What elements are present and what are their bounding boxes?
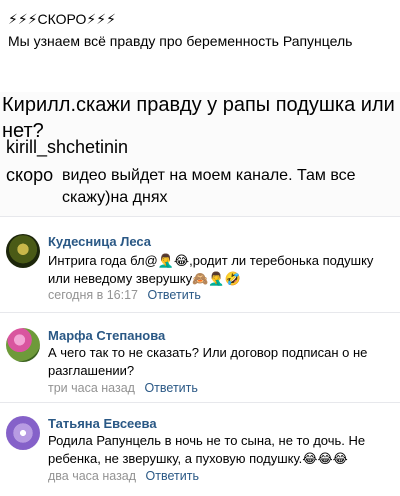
avatar[interactable] (6, 416, 40, 450)
comment: Кудесница Леса Интрига года бл@🤦‍♂️😂,род… (0, 222, 400, 310)
comment-text: Интрига года бл@🤦‍♂️😂,родит ли теребоньк… (48, 253, 374, 286)
screenshot-answer-lead: скоро (6, 165, 54, 185)
comment-time[interactable]: два часа назад (48, 469, 136, 483)
reply-button[interactable]: Ответить (147, 288, 200, 302)
comment-meta: два часа назад Ответить (48, 468, 199, 484)
comment-time[interactable]: три часа назад (48, 381, 135, 395)
comment-text: Родила Рапунцель в ночь не то сына, не т… (48, 433, 366, 466)
comment: Марфа Степанова А чего так то не сказать… (0, 318, 400, 400)
comment-author[interactable]: Татьяна Евсеева (48, 416, 157, 432)
post-title: ⚡⚡⚡СКОРО⚡⚡⚡ (8, 11, 116, 27)
screenshot-username: kirill_shchetinin (6, 137, 129, 157)
comment: Татьяна Евсеева Родила Рапунцель в ночь … (0, 408, 400, 494)
comment-author[interactable]: Марфа Степанова (48, 328, 165, 344)
avatar[interactable] (6, 328, 40, 362)
reply-button[interactable]: Ответить (144, 381, 197, 395)
divider (0, 402, 400, 403)
reply-button[interactable]: Ответить (146, 469, 199, 483)
comment-text: А чего так то не сказать? Или договор по… (48, 345, 368, 378)
comment-time[interactable]: сегодня в 16:17 (48, 288, 138, 302)
comment-meta: три часа назад Ответить (48, 380, 198, 396)
comment-author[interactable]: Кудесница Леса (48, 234, 151, 250)
divider (0, 312, 400, 313)
screenshot-answer-body: видео выйдет на моем канале. Там все ска… (62, 167, 356, 206)
divider (0, 216, 400, 217)
avatar[interactable] (6, 234, 40, 268)
comment-meta: сегодня в 16:17 Ответить (48, 287, 201, 303)
post-subtitle: Мы узнаем всё правду про беременность Ра… (8, 33, 353, 49)
attached-screenshot[interactable]: Кирилл.скажи правду у рапы подушка или н… (0, 92, 400, 216)
